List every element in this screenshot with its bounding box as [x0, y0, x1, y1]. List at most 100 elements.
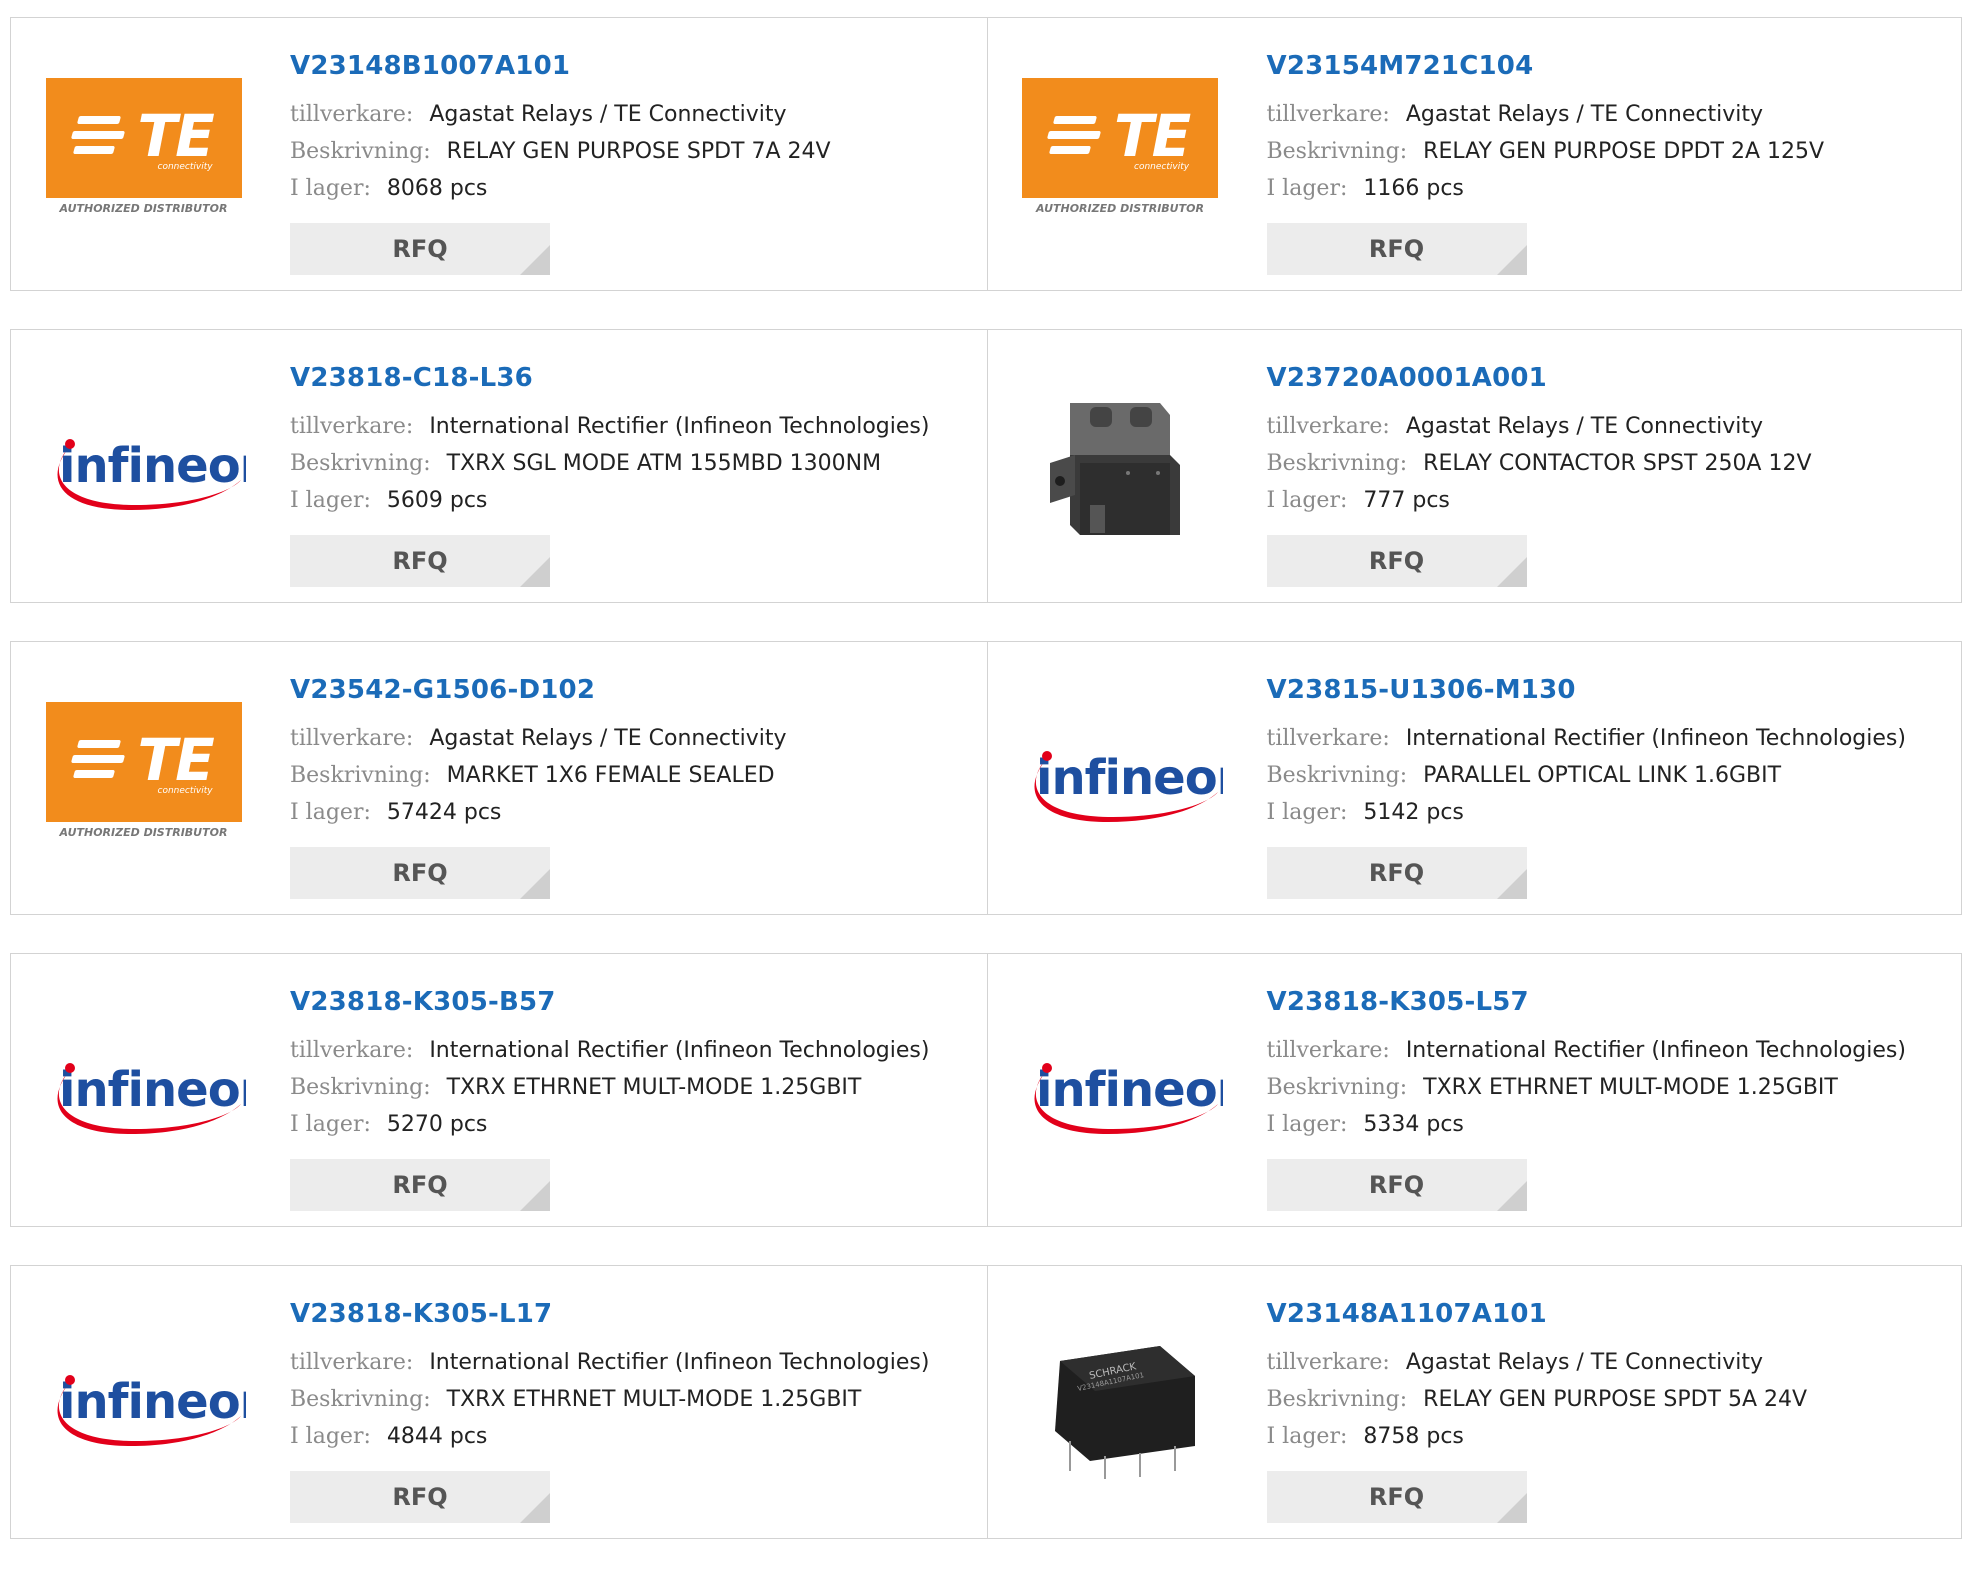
- stock-line: I lager: 777 pcs: [1267, 482, 1812, 519]
- product-thumbnail[interactable]: SCHRACK V23148A1107A101: [1018, 1321, 1223, 1481]
- description-label: Beskrivning:: [290, 139, 431, 164]
- rfq-button[interactable]: RFQ: [1267, 1471, 1527, 1523]
- rfq-label: RFQ: [1369, 859, 1424, 887]
- product-thumbnail[interactable]: infineon: [1018, 1009, 1223, 1169]
- description-line: Beskrivning:RELAY CONTACTOR SPST 250A 12…: [1267, 445, 1812, 482]
- product-row: TE connectivity AUTHORIZED DISTRIBUTOR V…: [10, 17, 1962, 291]
- stock-line: I lager: 5270 pcs: [290, 1106, 929, 1143]
- rfq-button[interactable]: RFQ: [290, 1471, 550, 1523]
- product-info: V23154M721C104 tillverkare:Agastat Relay…: [1267, 48, 1825, 275]
- description-line: Beskrivning: RELAY GEN PURPOSE SPDT 7A 24…: [290, 133, 831, 170]
- relay-photo: SCHRACK V23148A1107A101: [1030, 1321, 1210, 1481]
- rfq-label: RFQ: [392, 235, 447, 263]
- part-number-link[interactable]: V23818-K305-L57: [1267, 984, 1906, 1032]
- stock-line: I lager:4844 pcs: [290, 1418, 929, 1455]
- description-label: Beskrivning:: [290, 1075, 431, 1100]
- manufacturer-value: Agastat Relays / TE Connectivity: [1406, 102, 1763, 127]
- rfq-label: RFQ: [392, 859, 447, 887]
- description-line: Beskrivning: RELAY GEN PURPOSE DPDT 2A 12…: [1267, 133, 1825, 170]
- part-number-link[interactable]: V23542-G1506-D102: [290, 672, 787, 720]
- corner-decoration: [520, 869, 550, 899]
- description-value: RELAY GEN PURPOSE SPDT 7A 24V: [447, 139, 831, 164]
- manufacturer-label: tillverkare:: [290, 1038, 413, 1063]
- svg-text:infineon: infineon: [59, 1374, 246, 1430]
- stock-value: 1166 pcs: [1363, 176, 1464, 201]
- stock-value: 5609 pcs: [387, 488, 488, 513]
- rfq-label: RFQ: [1369, 1171, 1424, 1199]
- stock-line: I lager:5609 pcs: [290, 482, 929, 519]
- manufacturer-value: Agastat Relays / TE Connectivity: [429, 102, 786, 127]
- rfq-button[interactable]: RFQ: [290, 847, 550, 899]
- stock-line: I lager:1166 pcs: [1267, 170, 1825, 207]
- rfq-button[interactable]: RFQ: [290, 223, 550, 275]
- stock-line: I lager:8758 pcs: [1267, 1418, 1808, 1455]
- description-label: Beskrivning:: [290, 451, 431, 476]
- description-label: Beskrivning:: [1267, 451, 1408, 476]
- contactor-relay-photo: [1030, 385, 1210, 545]
- description-line: Beskrivning:TXRX ETHRNET MULT-MODE 1.25G…: [290, 1069, 929, 1106]
- manufacturer-value: International Rectifier (Infineon Techno…: [429, 414, 929, 439]
- product-thumbnail[interactable]: TE connectivity AUTHORIZED DISTRIBUTOR: [1018, 73, 1223, 233]
- part-number-link[interactable]: V23148A1107A101: [1267, 1296, 1808, 1344]
- product-grid: TE connectivity AUTHORIZED DISTRIBUTOR V…: [10, 17, 1962, 1577]
- manufacturer-value: Agastat Relays / TE Connectivity: [1406, 414, 1763, 439]
- description-line: Beskrivning:PARALLEL OPTICAL LINK 1.6GBI…: [1267, 757, 1906, 794]
- manufacturer-label: tillverkare:: [1267, 1350, 1390, 1375]
- rfq-button[interactable]: RFQ: [1267, 535, 1527, 587]
- corner-decoration: [520, 1181, 550, 1211]
- rfq-button[interactable]: RFQ: [290, 535, 550, 587]
- description-line: Beskrivning:TXRX SGL MODE ATM 155MBD 130…: [290, 445, 929, 482]
- rfq-button[interactable]: RFQ: [1267, 223, 1527, 275]
- product-thumbnail[interactable]: infineon: [41, 1009, 246, 1169]
- manufacturer-label: tillverkare:: [290, 1350, 413, 1375]
- stock-label: I lager:: [1267, 488, 1348, 513]
- part-number-link[interactable]: V23815-U1306-M130: [1267, 672, 1906, 720]
- manufacturer-label: tillverkare:: [290, 102, 413, 127]
- stock-label: I lager:: [1267, 1424, 1348, 1449]
- stock-label: I lager:: [290, 176, 371, 201]
- part-number-link[interactable]: V23818-K305-B57: [290, 984, 929, 1032]
- infineon-logo: infineon: [41, 1346, 246, 1456]
- corner-decoration: [1497, 245, 1527, 275]
- part-number-link[interactable]: V23818-C18-L36: [290, 360, 929, 408]
- rfq-button[interactable]: RFQ: [1267, 847, 1527, 899]
- manufacturer-line: tillverkare:International Rectifier (Inf…: [290, 408, 929, 445]
- description-value: PARALLEL OPTICAL LINK 1.6GBIT: [1423, 763, 1781, 788]
- rfq-button[interactable]: RFQ: [290, 1159, 550, 1211]
- rfq-label: RFQ: [392, 1171, 447, 1199]
- product-row: infineon V23818-K305-L17 tillverkare:Int…: [10, 1265, 1962, 1539]
- product-card: TE connectivity AUTHORIZED DISTRIBUTOR V…: [10, 641, 988, 915]
- manufacturer-line: tillverkare:Agastat Relays / TE Connecti…: [1267, 1344, 1808, 1381]
- product-thumbnail[interactable]: infineon: [41, 1321, 246, 1481]
- manufacturer-line: tillverkare:International Rectifier (Inf…: [1267, 1032, 1906, 1069]
- rfq-button[interactable]: RFQ: [1267, 1159, 1527, 1211]
- description-label: Beskrivning:: [1267, 139, 1408, 164]
- rfq-label: RFQ: [392, 1483, 447, 1511]
- part-number-link[interactable]: V23818-K305-L17: [290, 1296, 929, 1344]
- product-thumbnail[interactable]: TE connectivity AUTHORIZED DISTRIBUTOR: [41, 697, 246, 857]
- product-info: V23818-K305-B57 tillverkare:Internationa…: [290, 984, 929, 1211]
- stock-value: 5270 pcs: [387, 1112, 488, 1137]
- product-thumbnail[interactable]: TE connectivity AUTHORIZED DISTRIBUTOR: [41, 73, 246, 233]
- part-number-link[interactable]: V23148B1007A101: [290, 48, 831, 96]
- part-number-link[interactable]: V23720A0001A001: [1267, 360, 1812, 408]
- part-number-link[interactable]: V23154M721C104: [1267, 48, 1825, 96]
- infineon-logo: infineon: [41, 1034, 246, 1144]
- stock-value: 5334 pcs: [1363, 1112, 1464, 1137]
- description-label: Beskrivning:: [290, 1387, 431, 1412]
- stock-value: 4844 pcs: [387, 1424, 488, 1449]
- product-card: infineon V23818-K305-L57 tillverkare:Int…: [987, 953, 1962, 1227]
- manufacturer-line: tillverkare: Agastat Relays / TE Connecti…: [290, 96, 831, 133]
- svg-text:infineon: infineon: [59, 438, 246, 494]
- stock-value: 5142 pcs: [1363, 800, 1464, 825]
- product-thumbnail[interactable]: infineon: [1018, 697, 1223, 857]
- product-thumbnail[interactable]: [1018, 385, 1223, 545]
- stock-value: 777 pcs: [1363, 488, 1450, 513]
- product-row: infineon V23818-K305-B57 tillverkare:Int…: [10, 953, 1962, 1227]
- product-thumbnail[interactable]: infineon: [41, 385, 246, 545]
- stock-label: I lager:: [290, 1112, 371, 1137]
- description-value: RELAY GEN PURPOSE DPDT 2A 125V: [1423, 139, 1824, 164]
- manufacturer-label: tillverkare:: [1267, 1038, 1390, 1063]
- product-card: infineon V23815-U1306-M130 tillverkare:I…: [987, 641, 1962, 915]
- rfq-label: RFQ: [1369, 235, 1424, 263]
